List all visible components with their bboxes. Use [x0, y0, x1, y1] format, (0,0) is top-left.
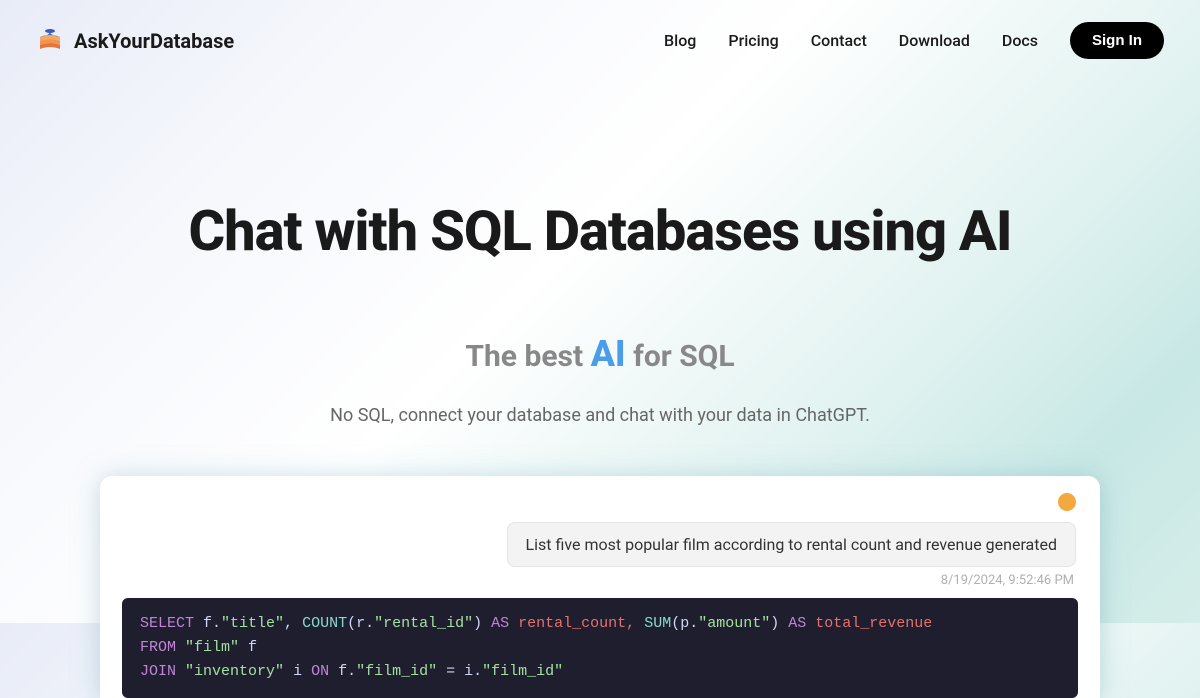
- signin-button[interactable]: Sign In: [1070, 22, 1164, 59]
- sql-line-3: JOIN "inventory" i ON f."film_id" = i."f…: [140, 660, 1060, 684]
- nav-contact[interactable]: Contact: [811, 31, 867, 50]
- nav-pricing[interactable]: Pricing: [728, 31, 778, 50]
- hero-description: No SQL, connect your database and chat w…: [0, 405, 1200, 426]
- header: AskYourDatabase Blog Pricing Contact Dow…: [0, 0, 1200, 81]
- nav-docs[interactable]: Docs: [1002, 31, 1038, 50]
- avatar: [1056, 491, 1078, 513]
- subtitle-prefix: The best: [465, 339, 590, 374]
- sql-code-block: SELECT f."title", COUNT(r."rental_id") A…: [122, 598, 1078, 698]
- chat-preview: List five most popular film according to…: [100, 476, 1100, 698]
- hero-title: Chat with SQL Databases using AI: [0, 201, 1200, 263]
- nav: Blog Pricing Contact Download Docs Sign …: [664, 22, 1164, 59]
- logo-icon: [36, 27, 64, 55]
- brand-name: AskYourDatabase: [74, 29, 234, 53]
- hero: Chat with SQL Databases using AI The bes…: [0, 81, 1200, 698]
- nav-blog[interactable]: Blog: [664, 31, 696, 50]
- logo-section[interactable]: AskYourDatabase: [36, 27, 234, 55]
- subtitle-highlight: AI: [591, 333, 626, 375]
- sql-line-1: SELECT f."title", COUNT(r."rental_id") A…: [140, 612, 1060, 636]
- nav-download[interactable]: Download: [899, 31, 970, 50]
- timestamp: 8/19/2024, 9:52:46 PM: [122, 573, 1074, 588]
- hero-subtitle: The best AI for SQL: [0, 333, 1200, 375]
- subtitle-suffix: for SQL: [626, 339, 735, 374]
- sql-line-2: FROM "film" f: [140, 636, 1060, 660]
- user-message: List five most popular film according to…: [507, 522, 1076, 567]
